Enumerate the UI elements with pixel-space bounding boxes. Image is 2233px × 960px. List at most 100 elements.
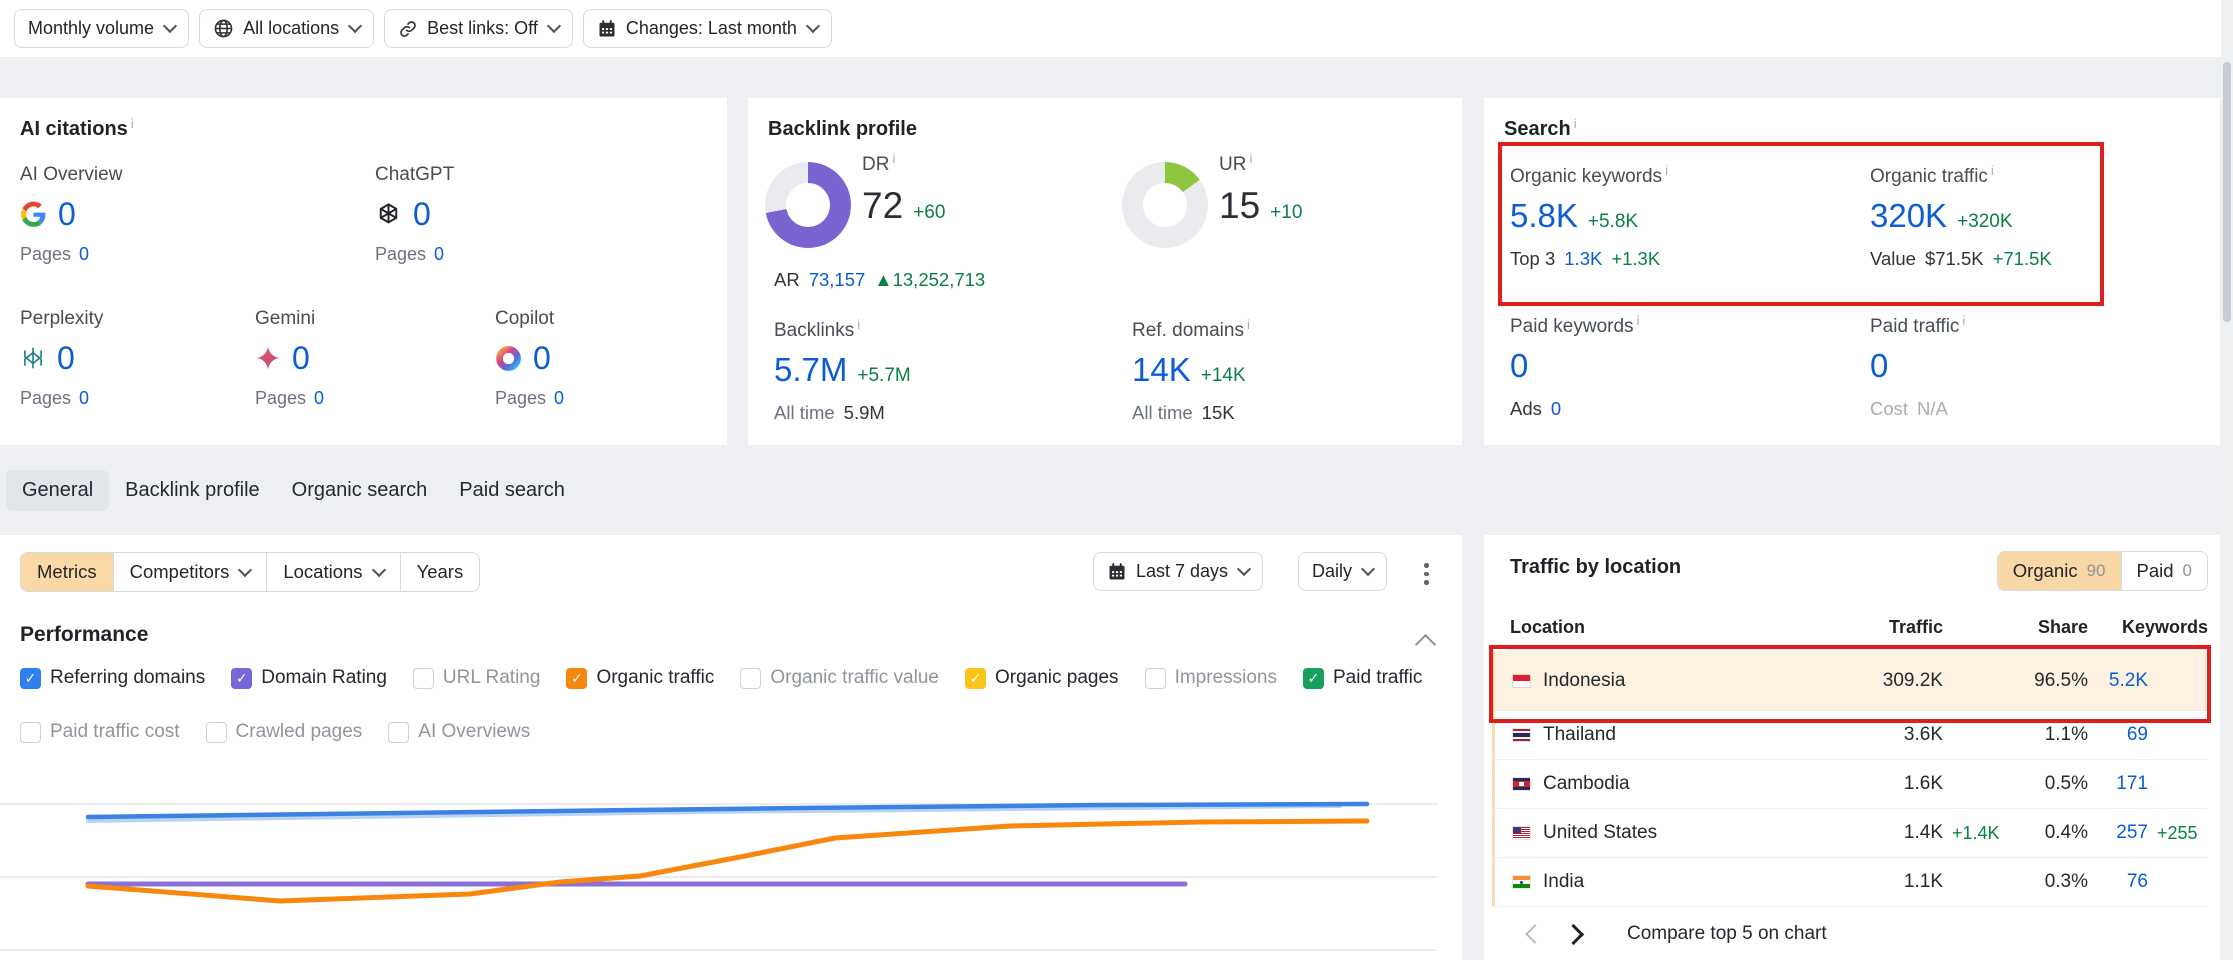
keywords-link[interactable]: 257	[2088, 822, 2148, 844]
compare-top5-button[interactable]: Compare top 5 on chart	[1627, 923, 1827, 945]
top3-label: Top 3	[1510, 248, 1555, 270]
paid-traffic-label: Paid traffic	[1870, 316, 1959, 337]
top3-delta: +1.3K	[1611, 248, 1660, 270]
col-keywords: Keywords	[2088, 617, 2208, 638]
toggle-organic[interactable]: Organic90	[1998, 552, 2121, 590]
segment-years[interactable]: Years	[400, 552, 481, 592]
alltime-label: All time	[1132, 402, 1193, 424]
pages-value[interactable]: 0	[314, 388, 324, 408]
metric-toggle-impressions[interactable]: Impressions	[1145, 667, 1277, 689]
checkbox-unchecked-icon	[388, 722, 409, 743]
ai-citations-card: AI citationsi AI Overview0Pages0ChatGPT0…	[0, 98, 727, 445]
backlinks-value[interactable]: 5.7M	[774, 351, 847, 389]
cambodia-flag	[1513, 778, 1530, 790]
organic-traffic-delta: +320K	[1957, 211, 2012, 233]
pages-value[interactable]: 0	[79, 388, 89, 408]
location-table-footer: Compare top 5 on chart	[1528, 923, 1827, 945]
segment-competitors[interactable]: Competitors	[113, 552, 268, 592]
globe-icon	[213, 18, 234, 39]
next-page-icon[interactable]	[1563, 923, 1584, 944]
info-icon: i	[1637, 313, 1640, 328]
ar-value[interactable]: 73,157	[809, 269, 866, 291]
location-cell: United States	[1513, 822, 1833, 844]
tab-paid-search[interactable]: Paid search	[443, 470, 581, 511]
engine-value-row: 0	[20, 197, 245, 231]
metric-toggle-crawled-pages[interactable]: Crawled pages	[206, 721, 363, 743]
backlinks-delta: +5.7M	[857, 365, 910, 387]
engine-value-row: 0	[20, 341, 245, 375]
engine-perplexity: Perplexity0Pages0	[20, 308, 245, 409]
traffic-value: 309.2K	[1833, 670, 1943, 692]
metric-toggle-organic-traffic[interactable]: ✓Organic traffic	[566, 667, 714, 689]
location-row-india[interactable]: India1.1K0.3%76	[1492, 858, 2208, 907]
pages-value[interactable]: 0	[434, 244, 444, 264]
metric-toggle-organic-traffic-value[interactable]: Organic traffic value	[740, 667, 939, 689]
keywords-link[interactable]: 76	[2088, 871, 2148, 893]
share-value: 96.5%	[2008, 670, 2088, 692]
pages-value[interactable]: 0	[79, 244, 89, 264]
filter-monthly-volume[interactable]: Monthly volume	[14, 9, 189, 48]
paid-keywords-metric: Paid keywordsi 0 Ads 0	[1510, 316, 1639, 420]
kebab-menu-icon[interactable]	[1422, 561, 1431, 587]
dr-delta: +60	[913, 202, 945, 224]
location-row-thailand[interactable]: Thailand3.6K1.1%69	[1492, 711, 2208, 760]
metric-toggle-referring-domains[interactable]: ✓Referring domains	[20, 667, 205, 689]
ads-value[interactable]: 0	[1551, 398, 1561, 420]
metric-toggle-domain-rating[interactable]: ✓Domain Rating	[231, 667, 387, 689]
prev-page-icon[interactable]	[1525, 924, 1545, 944]
ur-label: UR	[1219, 154, 1246, 175]
paid-keywords-value[interactable]: 0	[1510, 347, 1528, 385]
toggle-paid[interactable]: Paid0	[2121, 552, 2208, 590]
date-range-label: Last 7 days	[1136, 561, 1228, 582]
tab-organic-search[interactable]: Organic search	[276, 470, 444, 511]
filter-best-links-off[interactable]: Best links: Off	[384, 9, 573, 48]
segment-locations[interactable]: Locations	[266, 552, 400, 592]
date-range-selector[interactable]: Last 7 days	[1093, 552, 1263, 591]
organic-keywords-value[interactable]: 5.8K	[1510, 197, 1578, 235]
collapse-chevron-icon[interactable]	[1415, 634, 1436, 655]
engine-citations-value[interactable]: 0	[58, 196, 76, 233]
checkbox-checked-icon: ✓	[1303, 668, 1324, 689]
checkbox-unchecked-icon	[740, 668, 761, 689]
metric-toggle-organic-pages[interactable]: ✓Organic pages	[965, 667, 1119, 689]
metric-toggle-paid-traffic-cost[interactable]: Paid traffic cost	[20, 721, 180, 743]
engine-name: Gemini	[255, 308, 480, 330]
scrollbar-thumb[interactable]	[2223, 62, 2231, 322]
filter-changes-last-month[interactable]: Changes: Last month	[583, 9, 832, 48]
engine-citations-value[interactable]: 0	[413, 196, 431, 233]
dashboard-screen: Monthly volume All locations Best links: O…	[0, 0, 2233, 960]
location-row-cambodia[interactable]: Cambodia1.6K0.5%171	[1492, 760, 2208, 809]
organic-traffic-value[interactable]: 320K	[1870, 197, 1947, 235]
location-table-header: Location Traffic Share Keywords	[1510, 617, 2208, 650]
keywords-link[interactable]: 69	[2088, 724, 2148, 746]
tab-backlink-profile[interactable]: Backlink profile	[109, 470, 276, 511]
location-row-united-states[interactable]: United States1.4K+1.4K0.4%257+255	[1492, 809, 2208, 858]
chevron-down-icon	[547, 19, 561, 33]
info-icon: i	[1574, 116, 1577, 131]
engine-citations-value[interactable]: 0	[57, 340, 75, 377]
paid-traffic-value[interactable]: 0	[1870, 347, 1888, 385]
info-icon: i	[1247, 317, 1250, 332]
location-row-indonesia[interactable]: Indonesia309.2K96.5%5.2K	[1492, 651, 2208, 711]
location-name: United States	[1543, 822, 1657, 844]
keywords-link[interactable]: 171	[2088, 773, 2148, 795]
granularity-selector[interactable]: Daily	[1298, 552, 1387, 591]
performance-heading: Performance	[20, 623, 148, 647]
chevron-down-icon	[1237, 562, 1251, 576]
tab-general[interactable]: General	[6, 470, 109, 511]
engine-citations-value[interactable]: 0	[533, 340, 551, 377]
ref-domains-value[interactable]: 14K	[1132, 351, 1191, 389]
filter-all-locations[interactable]: All locations	[199, 9, 374, 48]
traffic-by-location-title: Traffic by location	[1510, 556, 1681, 579]
keywords-link[interactable]: 5.2K	[2088, 670, 2148, 692]
engine-pages: Pages0	[495, 388, 720, 409]
toggle-label: Paid	[2137, 560, 2174, 582]
pages-value[interactable]: 0	[554, 388, 564, 408]
engine-citations-value[interactable]: 0	[292, 340, 310, 377]
segment-metrics[interactable]: Metrics	[20, 552, 114, 592]
metric-toggle-ai-overviews[interactable]: AI Overviews	[388, 721, 530, 743]
top3-value[interactable]: 1.3K	[1564, 248, 1602, 270]
metric-toggle-paid-traffic[interactable]: ✓Paid traffic	[1303, 667, 1422, 689]
dr-label: DR	[862, 154, 889, 175]
metric-toggle-url-rating[interactable]: URL Rating	[413, 667, 541, 689]
